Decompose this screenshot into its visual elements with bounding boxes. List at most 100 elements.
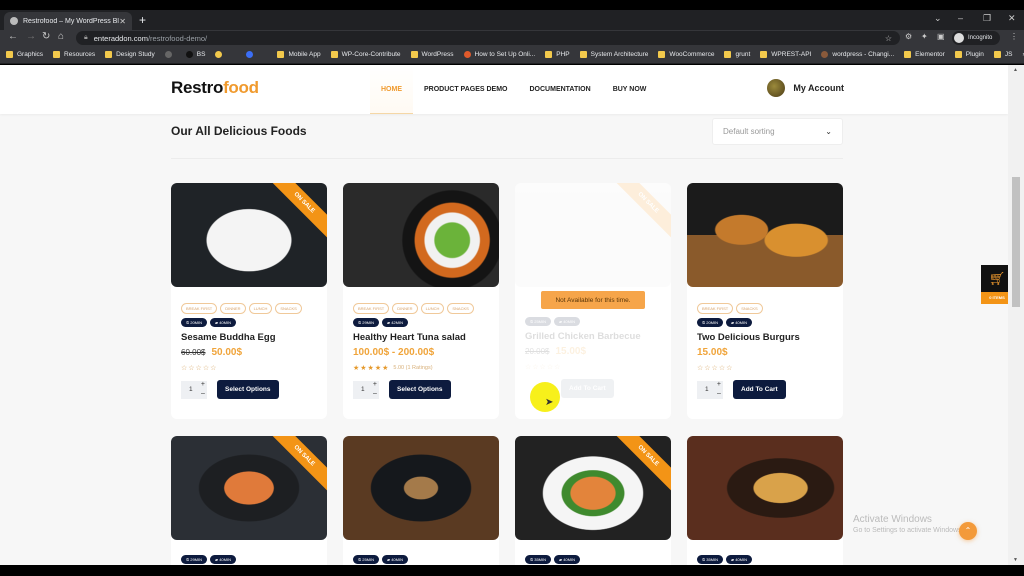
- quantity-value[interactable]: 1: [189, 386, 193, 393]
- bookmark-item[interactable]: grunt: [724, 51, 750, 58]
- home-icon[interactable]: ⌂: [58, 31, 64, 42]
- product-name[interactable]: Two Delicious Burgurs: [687, 327, 843, 343]
- site-logo[interactable]: Restrofood: [171, 78, 259, 98]
- category-tag[interactable]: BREAK FIRST: [697, 303, 734, 314]
- category-tag[interactable]: DINNER: [392, 303, 418, 314]
- product-image[interactable]: ON SALE: [171, 183, 327, 287]
- my-account-link[interactable]: My Account: [767, 79, 844, 97]
- close-window-button[interactable]: ✕: [1008, 13, 1016, 24]
- bookmark-item[interactable]: WPREST-API: [760, 51, 811, 58]
- bookmark-item[interactable]: Design Study: [105, 51, 155, 58]
- bookmark-label: Mobile App: [288, 51, 321, 58]
- category-tag[interactable]: SNACKS: [447, 303, 474, 314]
- new-tab-button[interactable]: +: [139, 13, 146, 27]
- quantity-stepper[interactable]: 1 + –: [697, 380, 723, 399]
- kebab-menu-icon[interactable]: ⋮: [1010, 32, 1018, 41]
- select-options-button[interactable]: Select Options: [389, 380, 451, 399]
- browser-toolbar: ← → ↻ ⌂ 🔒︎ enteraddon.com/restrofood-dem…: [0, 30, 1024, 46]
- close-tab-icon[interactable]: ✕: [119, 17, 126, 26]
- extension-icon[interactable]: ⚙: [905, 32, 912, 41]
- menu-item-buy-now[interactable]: BUY NOW: [602, 65, 658, 114]
- restore-button[interactable]: ❐: [983, 13, 991, 24]
- menu-item-home[interactable]: HOME: [370, 65, 413, 114]
- plus-icon[interactable]: +: [201, 381, 205, 388]
- forward-icon[interactable]: →: [26, 31, 36, 42]
- product-name[interactable]: Sesame Buddha Egg: [171, 327, 327, 343]
- add-to-cart-button[interactable]: Add To Cart: [733, 380, 786, 399]
- browser-tab[interactable]: Restrofood – My WordPress Blog ✕: [4, 12, 132, 30]
- scroll-down-arrow[interactable]: ▼: [1013, 557, 1018, 563]
- plus-icon[interactable]: +: [717, 381, 721, 388]
- time-badge: ⏲ 35MIN: [697, 555, 724, 564]
- product-card: ⏲ 25MIN ▰ 40MIN: [343, 436, 499, 565]
- category-tag[interactable]: BREAK FIRST: [181, 303, 218, 314]
- puzzle-icon[interactable]: ✦: [921, 32, 928, 41]
- sort-select[interactable]: Default sorting ⌄: [712, 118, 843, 145]
- category-tag[interactable]: LUNCH: [248, 303, 273, 314]
- select-options-button[interactable]: Select Options: [217, 380, 279, 399]
- bookmark-item[interactable]: wordpress - Changi...: [821, 51, 894, 58]
- bookmark-item[interactable]: Plugin: [954, 51, 984, 58]
- time-badge: ▰ 40MIN: [210, 555, 236, 564]
- product-image[interactable]: ON SALE: [515, 183, 671, 287]
- minus-icon[interactable]: –: [717, 390, 721, 397]
- minus-icon[interactable]: –: [373, 390, 377, 397]
- bookmark-star-icon[interactable]: ☆: [885, 34, 892, 43]
- tab-search-icon[interactable]: ⌄: [934, 13, 942, 24]
- menu-item-product-pages-demo[interactable]: PRODUCT PAGES DEMO: [413, 65, 519, 114]
- minus-icon[interactable]: –: [201, 390, 205, 397]
- bookmark-item[interactable]: [246, 51, 257, 58]
- product-image[interactable]: ON SALE: [515, 436, 671, 540]
- quantity-value[interactable]: 1: [361, 386, 365, 393]
- minimize-button[interactable]: –: [958, 13, 963, 23]
- back-icon[interactable]: ←: [8, 31, 18, 42]
- floating-cart[interactable]: 🛒︎ 0 ITEMS: [981, 265, 1008, 305]
- bookmark-item[interactable]: Graphics: [6, 51, 43, 58]
- category-tag[interactable]: DINNER: [220, 303, 246, 314]
- quantity-stepper[interactable]: 1 + –: [181, 380, 207, 399]
- category-tag[interactable]: SNACKS: [736, 303, 763, 314]
- scrollbar-thumb[interactable]: [1012, 177, 1020, 307]
- product-card: BREAK FIRST DINNER LUNCH SNACKS ⏲ 29MIN ▰ 42M…: [343, 183, 499, 419]
- bookmark-item[interactable]: JS: [993, 51, 1012, 58]
- time-value: 40MIN: [563, 319, 575, 324]
- time-badge: ⏲ 25MIN: [353, 555, 380, 564]
- bookmark-item[interactable]: WP-Core-Contribute: [330, 51, 401, 58]
- reload-icon[interactable]: ↻: [42, 31, 50, 42]
- quantity-value[interactable]: 1: [705, 386, 709, 393]
- bookmark-item[interactable]: Resources: [53, 51, 95, 58]
- add-to-cart-button[interactable]: Add To Cart: [561, 379, 614, 398]
- address-bar[interactable]: 🔒︎ enteraddon.com/restrofood-demo/ ☆: [76, 31, 900, 45]
- bookmark-item[interactable]: [215, 51, 226, 58]
- bookmark-item[interactable]: Elementor: [904, 51, 945, 58]
- category-tag[interactable]: BREAK FIRST: [353, 303, 390, 314]
- on-sale-ribbon: ON SALE: [610, 183, 671, 241]
- scroll-up-arrow[interactable]: ▲: [1013, 67, 1018, 73]
- plus-icon[interactable]: +: [373, 381, 377, 388]
- bookmark-item[interactable]: Mobile App: [277, 51, 321, 58]
- category-tag[interactable]: SNACKS: [275, 303, 302, 314]
- product-image[interactable]: [687, 183, 843, 287]
- incognito-badge[interactable]: Incognito: [952, 31, 1000, 45]
- bookmark-item[interactable]: System Architecture: [579, 51, 648, 58]
- quantity-stepper[interactable]: 1 + –: [353, 380, 379, 399]
- product-name[interactable]: Grilled Chicken Barbecue: [515, 326, 671, 342]
- product-image[interactable]: [687, 436, 843, 540]
- bookmark-item[interactable]: [164, 51, 176, 58]
- side-panel-icon[interactable]: ▣: [937, 32, 945, 41]
- scroll-to-top-button[interactable]: ⌃: [959, 522, 977, 540]
- bookmark-item[interactable]: BS: [185, 51, 205, 58]
- bookmarks-bar: Graphics Resources Design Study BS Mobile Ap…: [0, 46, 1024, 64]
- bookmark-item[interactable]: WooCommerce: [658, 51, 714, 58]
- product-image[interactable]: [343, 436, 499, 540]
- bookmark-item[interactable]: WordPress: [410, 51, 454, 58]
- category-tag[interactable]: LUNCH: [420, 303, 445, 314]
- bookmark-item[interactable]: How to Set Up Onli...: [463, 51, 535, 58]
- bookmark-label: WPREST-API: [771, 51, 812, 58]
- bookmark-item[interactable]: PHP: [545, 51, 570, 58]
- product-image[interactable]: ON SALE: [171, 436, 327, 540]
- page-scrollbar[interactable]: ▲ ▼: [1008, 65, 1024, 565]
- menu-item-documentation[interactable]: DOCUMENTATION: [519, 65, 602, 114]
- product-name[interactable]: Healthy Heart Tuna salad: [343, 327, 499, 343]
- product-image[interactable]: [343, 183, 499, 287]
